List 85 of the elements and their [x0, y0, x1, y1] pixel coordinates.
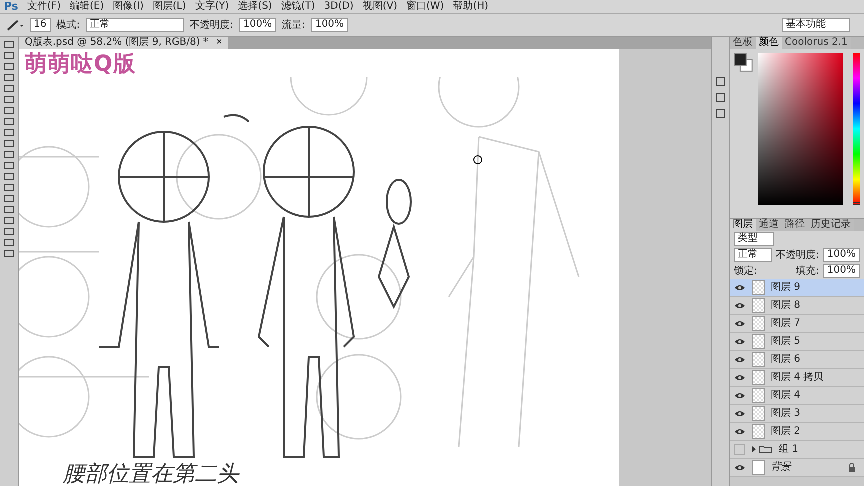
menu-item[interactable]: 图像(I)	[113, 0, 144, 12]
eye-icon[interactable]	[734, 336, 746, 346]
layer-thumbnail	[752, 406, 765, 421]
lock-icon	[848, 463, 856, 472]
menu-item[interactable]: 图层(L)	[152, 0, 186, 12]
layer-row[interactable]: 图层 8	[730, 297, 864, 315]
handwritten-note: 腰部位置在第二头	[63, 461, 239, 486]
brush-icon[interactable]	[6, 19, 24, 31]
panel-tab[interactable]: 图层	[730, 219, 756, 231]
opacity-field[interactable]: 100%	[823, 248, 860, 262]
layer-name: 图层 9	[771, 282, 801, 294]
layer-row[interactable]: 图层 6	[730, 351, 864, 369]
layer-row[interactable]: 图层 4 拷贝	[730, 369, 864, 387]
layer-name: 图层 6	[771, 354, 801, 366]
document-tab[interactable]: Q版表.psd @ 58.2% (图层 9, RGB/8) * ×	[19, 37, 228, 49]
fill-label: 填充:	[796, 264, 820, 278]
eye-icon[interactable]	[734, 462, 746, 472]
menu-item[interactable]: 文件(F)	[27, 0, 61, 12]
layer-row[interactable]: 图层 5	[730, 333, 864, 351]
mode-dropdown[interactable]: 正常	[86, 18, 184, 32]
menu-item[interactable]: 窗口(W)	[406, 0, 444, 12]
eye-icon[interactable]	[734, 372, 746, 382]
panel-tab[interactable]: 颜色	[756, 37, 782, 49]
eye-icon[interactable]	[734, 354, 746, 364]
workspace-dropdown[interactable]: 基本功能	[782, 18, 850, 32]
blend-mode-dropdown[interactable]: 正常	[734, 248, 772, 262]
flow-label: 流量:	[282, 18, 306, 32]
layer-row[interactable]: 背景	[730, 459, 864, 477]
layer-thumbnail	[752, 298, 765, 313]
layer-row[interactable]: 图层 7	[730, 315, 864, 333]
layer-row[interactable]: 图层 3	[730, 405, 864, 423]
eye-icon[interactable]	[734, 282, 746, 292]
layer-name: 图层 3	[771, 408, 801, 420]
menu-item[interactable]: 视图(V)	[362, 0, 398, 12]
hue-slider[interactable]	[853, 53, 860, 205]
color-swatches-icon[interactable]	[734, 53, 754, 73]
panel-tab[interactable]: 路径	[782, 219, 808, 231]
layer-name: 图层 5	[771, 336, 801, 348]
layer-name: 图层 4	[771, 390, 801, 402]
menu-item[interactable]: 帮助(H)	[453, 0, 489, 12]
menu-item[interactable]: 编辑(E)	[70, 0, 104, 12]
opacity-label: 不透明度:	[776, 248, 820, 262]
layer-name: 组 1	[779, 444, 799, 456]
brush-size-field[interactable]: 16	[30, 18, 51, 32]
layer-name: 背景	[771, 462, 791, 474]
brush-cursor-icon	[473, 155, 483, 165]
filter-dropdown[interactable]: 类型	[734, 232, 774, 246]
menu-item[interactable]: 滤镜(T)	[281, 0, 316, 12]
layer-thumbnail	[752, 424, 765, 439]
layer-row[interactable]: 组 1	[730, 441, 864, 459]
app-logo: Ps	[4, 0, 18, 13]
opacity-label: 不透明度:	[190, 18, 234, 32]
menu-item[interactable]: 3D(D)	[324, 0, 354, 12]
layer-thumbnail	[752, 460, 765, 475]
mode-label: 模式:	[56, 18, 80, 32]
layer-thumbnail	[752, 370, 765, 385]
layer-name: 图层 7	[771, 318, 801, 330]
menu-item[interactable]: 选择(S)	[238, 0, 272, 12]
color-field[interactable]	[758, 53, 844, 205]
eye-icon[interactable]	[734, 390, 746, 400]
eye-icon[interactable]	[734, 426, 746, 436]
lock-label: 锁定:	[734, 264, 758, 278]
close-tab-button[interactable]: ×	[216, 38, 222, 48]
fill-field[interactable]: 100%	[823, 264, 860, 278]
layer-row[interactable]: 图层 2	[730, 423, 864, 441]
layer-thumbnail	[752, 316, 765, 331]
canvas-title: 萌萌哒Q版	[25, 51, 137, 79]
layer-thumbnail	[752, 334, 765, 349]
flow-field[interactable]: 100%	[311, 18, 348, 32]
eye-icon[interactable]	[734, 318, 746, 328]
layer-thumbnail	[752, 388, 765, 403]
eye-icon[interactable]	[734, 300, 746, 310]
layer-row[interactable]: 图层 9	[730, 279, 864, 297]
layer-name: 图层 8	[771, 300, 801, 312]
hue-marker[interactable]	[853, 202, 860, 205]
panel-tab[interactable]: 历史记录	[808, 219, 854, 231]
layer-name: 图层 4 拷贝	[771, 372, 824, 384]
layer-thumbnail	[752, 280, 765, 295]
menu-item[interactable]: 文字(Y)	[195, 0, 230, 12]
layer-name: 图层 2	[771, 426, 801, 438]
layer-row[interactable]: 图层 4	[730, 387, 864, 405]
layer-thumbnail	[752, 352, 765, 367]
eye-icon[interactable]	[734, 408, 746, 418]
folder-icon[interactable]	[751, 445, 773, 454]
opacity-field[interactable]: 100%	[239, 18, 276, 32]
